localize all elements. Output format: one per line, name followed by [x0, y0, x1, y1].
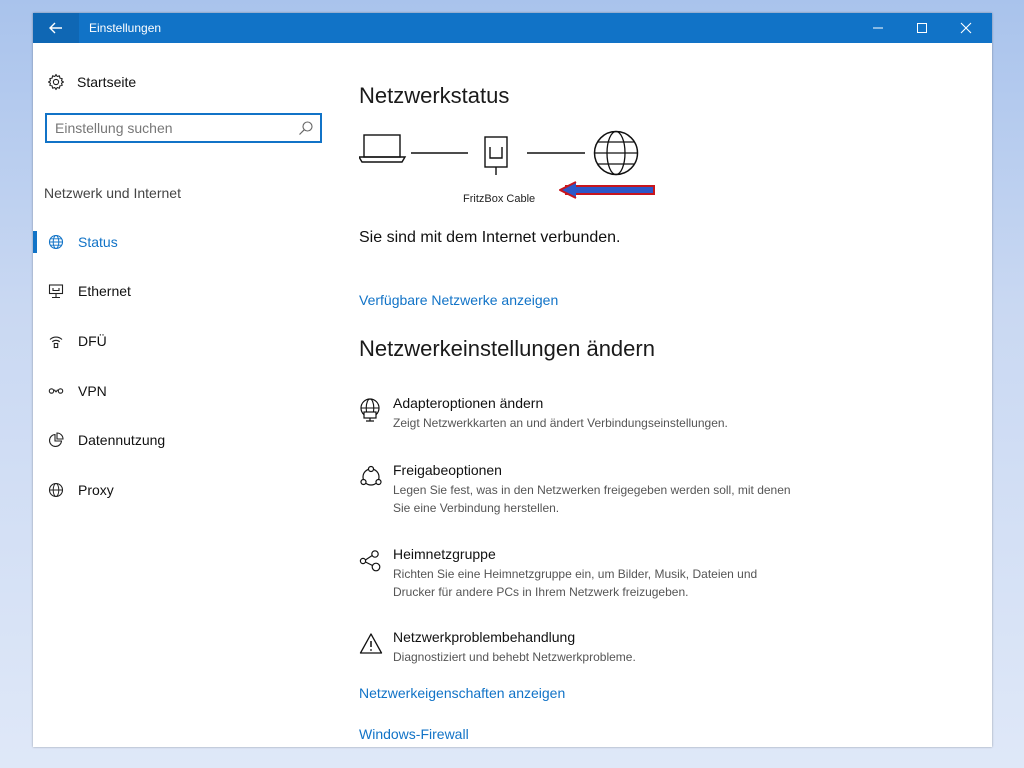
section-heading: Netzwerkeinstellungen ändern	[359, 336, 655, 361]
sidebar-item-label: Proxy	[78, 481, 114, 498]
available-networks-link[interactable]: Verfügbare Netzwerke anzeigen	[359, 292, 558, 308]
minimize-icon	[873, 27, 883, 29]
dialup-icon	[49, 336, 63, 349]
sharing-icon	[360, 465, 382, 486]
setting-title: Netzwerkproblembehandlung	[393, 629, 576, 645]
sidebar: Startseite Netzwerk und Internet Status	[33, 43, 333, 747]
globe-status-icon	[48, 234, 64, 249]
gear-icon	[47, 73, 65, 91]
laptop-icon	[359, 134, 407, 163]
setting-title: Adapteroptionen ändern	[393, 395, 544, 411]
setting-description: Diagnostiziert und behebt Netzwerkproble…	[393, 650, 636, 664]
maximize-icon	[917, 23, 927, 33]
search-box[interactable]	[45, 113, 322, 143]
sidebar-item-status[interactable]: Status	[33, 217, 333, 267]
sidebar-item-datennutzung[interactable]: Datennutzung	[33, 415, 333, 465]
minimize-button[interactable]	[856, 13, 900, 43]
setting-title: Heimnetzgruppe	[393, 546, 496, 562]
setting-description: Zeigt Netzwerkkarten an und ändert Verbi…	[393, 416, 728, 430]
home-label: Startseite	[77, 74, 137, 90]
setting-description: Legen Sie fest, was in den Netzwerken fr…	[393, 483, 791, 515]
page-title: Netzwerkstatus	[359, 83, 510, 108]
close-button[interactable]	[944, 13, 988, 43]
setting-troubleshooter[interactable]: Netzwerkproblembehandlung Diagnostiziert…	[359, 629, 799, 666]
warning-icon	[359, 633, 383, 654]
arrow-left-icon	[49, 22, 62, 34]
setting-homegroup[interactable]: Heimnetzgruppe Richten Sie eine Heimnetz…	[359, 546, 799, 601]
maximize-button[interactable]	[900, 13, 944, 43]
router-label: FritzBox Cable	[463, 193, 536, 205]
home-link[interactable]: Startseite	[47, 71, 136, 93]
section-label: Netzwerk und Internet	[44, 185, 181, 201]
search-icon[interactable]	[298, 120, 314, 136]
network-properties-link[interactable]: Netzwerkeigenschaften anzeigen	[359, 685, 565, 701]
adapter-globe-icon	[360, 398, 380, 422]
router-icon	[484, 136, 508, 175]
title-bar: Einstellungen	[33, 13, 992, 43]
pie-chart-icon	[49, 432, 64, 448]
window-title: Einstellungen	[89, 21, 162, 35]
sidebar-item-label: DFÜ	[78, 332, 107, 349]
windows-firewall-link[interactable]: Windows-Firewall	[359, 726, 469, 742]
settings-window: Einstellungen Startseite Einstellung suc…	[33, 13, 992, 747]
vpn-icon	[48, 387, 64, 394]
nav-list: Status Ethernet DFÜ VPN Datennutzung Pro…	[33, 217, 333, 515]
back-button[interactable]	[33, 13, 79, 43]
main-content: Netzwerkstatus FritzBox Cable Sie sind m…	[359, 43, 992, 747]
sidebar-item-ethernet[interactable]: Ethernet	[33, 267, 333, 317]
sidebar-item-dfue[interactable]: DFÜ	[33, 316, 333, 366]
internet-globe-icon	[593, 130, 639, 176]
red-arrow-annotation	[559, 181, 655, 199]
close-icon	[960, 22, 972, 34]
setting-description: Richten Sie eine Heimnetzgruppe ein, um …	[393, 567, 758, 599]
sidebar-item-label: VPN	[78, 382, 107, 399]
setting-title: Freigabeoptionen	[393, 462, 502, 478]
connection-status-text: Sie sind mit dem Internet verbunden.	[359, 229, 621, 246]
sidebar-item-label: Status	[78, 233, 118, 250]
sidebar-item-label: Datennutzung	[78, 432, 166, 449]
setting-adapter-options[interactable]: Adapteroptionen ändern Zeigt Netzwerkkar…	[359, 395, 799, 432]
homegroup-icon	[359, 550, 381, 572]
globe-icon	[48, 482, 64, 497]
sidebar-item-label: Ethernet	[78, 283, 131, 300]
setting-sharing-options[interactable]: Freigabeoptionen Legen Sie fest, was in …	[359, 462, 799, 517]
sidebar-item-proxy[interactable]: Proxy	[33, 465, 333, 515]
ethernet-icon	[48, 284, 64, 299]
sidebar-item-vpn[interactable]: VPN	[33, 366, 333, 416]
search-input[interactable]	[47, 119, 298, 137]
